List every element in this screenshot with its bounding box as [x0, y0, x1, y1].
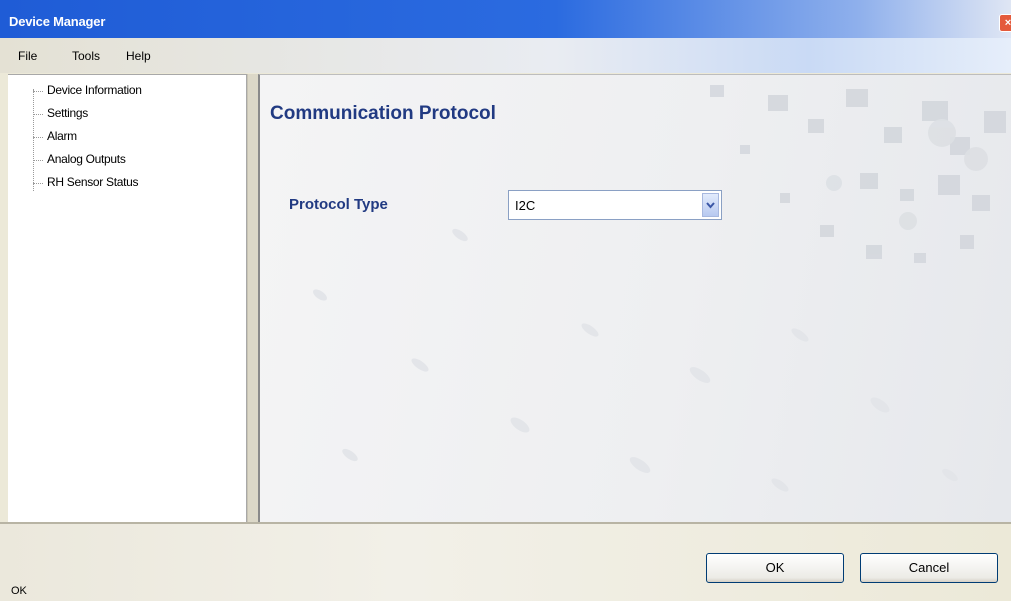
- menu-file[interactable]: File: [18, 49, 37, 63]
- navigation-tree: Device Information Settings Alarm Analog…: [8, 74, 247, 524]
- menu-tools[interactable]: Tools: [72, 49, 100, 63]
- close-icon[interactable]: ×: [999, 14, 1011, 32]
- section-title: Communication Protocol: [270, 103, 496, 124]
- protocol-type-select[interactable]: I2C: [508, 190, 722, 220]
- background-decoration: [313, 85, 1006, 492]
- menu-help[interactable]: Help: [126, 49, 151, 63]
- tree-branch: [33, 160, 43, 161]
- dropdown-button[interactable]: [702, 193, 719, 217]
- tree-branch: [33, 114, 43, 115]
- protocol-type-label: Protocol Type: [289, 196, 388, 213]
- tree-connector: [33, 89, 34, 191]
- tree-branch: [33, 137, 43, 138]
- panel-splitter[interactable]: [247, 74, 258, 522]
- tree-item-label: Alarm: [47, 129, 77, 143]
- tree-item-label: Analog Outputs: [47, 152, 126, 166]
- tree-item-label: RH Sensor Status: [47, 175, 139, 189]
- ok-button[interactable]: OK: [706, 553, 844, 583]
- menu-bar: File Tools Help: [0, 38, 1011, 73]
- window-title: Device Manager: [9, 14, 106, 29]
- tree-item-label: Settings: [47, 106, 88, 120]
- content-panel: Communication Protocol Protocol Type I2C: [258, 74, 1011, 523]
- protocol-type-value: I2C: [515, 198, 536, 213]
- status-text: OK: [11, 585, 27, 597]
- cancel-button[interactable]: Cancel: [860, 553, 998, 583]
- tree-branch: [33, 91, 43, 92]
- device-manager-window: Device Manager × File Tools Help Device …: [0, 0, 1011, 601]
- title-bar: Device Manager ×: [0, 0, 1011, 38]
- tree-item-label: Device Information: [47, 83, 142, 97]
- tree-branch: [33, 183, 43, 184]
- chevron-down-icon: [706, 202, 715, 209]
